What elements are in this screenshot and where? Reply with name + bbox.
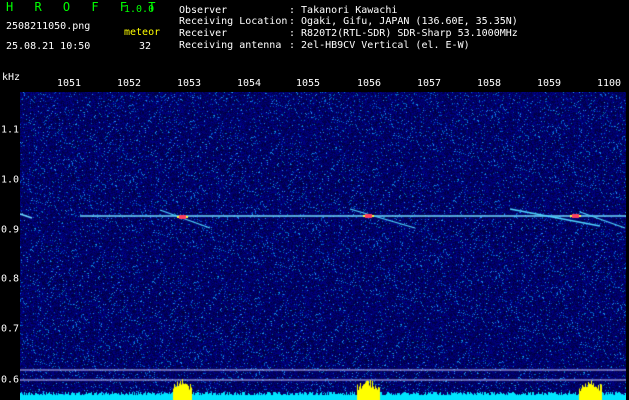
frequency-axis: 1.1 1.0 0.9 0.8 0.7 0.6 [0,92,20,400]
frequency-tick-label: 0.6 [1,374,20,386]
time-tick-label: 1100 [596,78,622,89]
mode-count: 32 [139,41,152,52]
time-tick-label: 1054 [236,78,262,89]
time-tick-label: 1057 [416,78,442,89]
file-name: 2508211050.png [6,21,91,32]
info-header: H R O F F T 1.0.0 2508211050.png 25.08.2… [0,0,629,76]
time-tick-label: 1059 [536,78,562,89]
time-axis: 1051 1052 1053 1054 1055 1056 1057 1058 1059 1100 [0,76,629,92]
time-tick-label: 1055 [295,78,321,89]
spectrogram [20,92,626,400]
time-tick-label: 1058 [476,78,502,89]
spectrogram-canvas [20,92,626,400]
time-tick-label: 1051 [56,78,82,89]
frequency-tick-label: 0.7 [1,323,20,335]
app-version: 1.0.0 [124,4,155,15]
frequency-tick-label: 1.1 [1,124,20,136]
mode-label: meteor [124,27,161,38]
antenna-label: Receiving antenna [179,40,282,51]
frequency-tick-label: 0.8 [1,273,20,285]
time-tick-label: 1056 [356,78,382,89]
frequency-tick-label: 1.0 [1,174,20,186]
antenna-value: : 2el-HB9CV Vertical (el. E-W) [289,40,470,51]
time-tick-label: 1052 [116,78,142,89]
date-time: 25.08.21 10:50 [6,41,91,52]
receiver-value: : R820T2(RTL-SDR) SDR-Sharp 53.1000MHz [289,28,518,39]
frequency-tick-label: 0.9 [1,224,20,236]
location-value: : Ogaki, Gifu, JAPAN (136.60E, 35.35N) [289,16,518,27]
receiver-label: Receiver [179,28,228,39]
location-label: Receiving Location [179,16,288,27]
time-tick-label: 1053 [176,78,202,89]
